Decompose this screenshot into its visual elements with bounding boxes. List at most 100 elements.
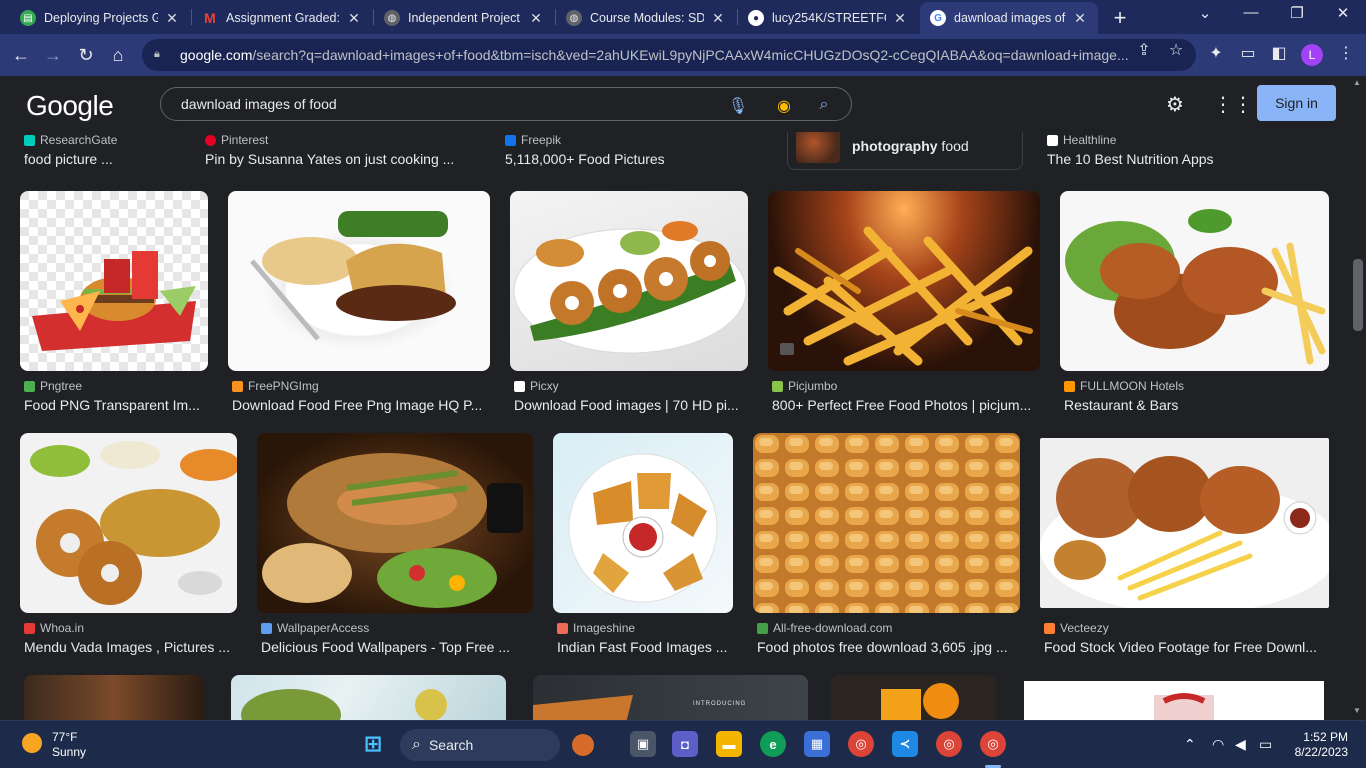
page-scrollbar[interactable]: ▲ ▼: [1350, 76, 1366, 720]
windows-start-icon[interactable]: ⊞: [360, 731, 386, 757]
result-caption[interactable]: Whoa.in Mendu Vada Images , Pictures ...: [24, 620, 238, 655]
result-source: All-free-download.com: [773, 621, 893, 635]
settings-gear-icon[interactable]: ⚙: [1163, 92, 1187, 117]
result-image-food-wallpaper[interactable]: [257, 433, 533, 613]
browser-tab-google-images[interactable]: G dawnload images of fo ✕: [920, 2, 1098, 34]
apps-grid-icon[interactable]: ⋮⋮: [1213, 92, 1253, 117]
browser-tab-assignment[interactable]: M Assignment Graded: Ir ✕: [192, 2, 372, 34]
chrome-icon[interactable]: ◎: [848, 731, 874, 757]
maximize-button[interactable]: ❐: [1282, 4, 1312, 22]
close-tab-icon[interactable]: ✕: [710, 10, 726, 27]
result-image-row3-3[interactable]: INTRODUCING: [533, 675, 808, 720]
vscode-icon[interactable]: ≺: [892, 731, 918, 757]
microsoft-store-icon[interactable]: ▦: [804, 731, 830, 757]
microphone-icon[interactable]: 🎙︎: [727, 96, 749, 115]
browser-tab-strip: ▤ Deploying Projects Gu ✕ M Assignment G…: [0, 0, 1366, 34]
result-caption[interactable]: Healthline The 10 Best Nutrition Apps: [1047, 132, 1327, 167]
new-tab-button[interactable]: +: [1108, 5, 1132, 31]
result-image-vada-plate[interactable]: [510, 191, 748, 371]
result-image-row3-2[interactable]: [231, 675, 506, 720]
result-image-indian-fast-food[interactable]: [553, 433, 733, 613]
share-icon[interactable]: ⇪: [1134, 40, 1154, 60]
address-bar[interactable]: 🔒︎ google.com/search?q=dawnload+images+o…: [142, 39, 1196, 71]
google-lens-icon[interactable]: ◉: [773, 96, 795, 115]
indian-fast-food-illustration: [568, 453, 718, 603]
more-menu-icon[interactable]: ⋮: [1336, 43, 1356, 63]
search-highlight-icon: [572, 734, 594, 756]
teams-chat-icon[interactable]: ◘: [672, 731, 698, 757]
scroll-up-arrow-icon[interactable]: ▲: [1353, 78, 1361, 87]
bookmark-star-icon[interactable]: ☆: [1166, 40, 1186, 60]
close-tab-icon[interactable]: ✕: [164, 10, 180, 27]
task-view-icon[interactable]: ▣: [630, 731, 656, 757]
sign-in-button[interactable]: Sign in: [1257, 85, 1336, 121]
google-logo[interactable]: Google: [26, 90, 114, 122]
search-icon[interactable]: ⌕: [813, 96, 835, 114]
scroll-down-arrow-icon[interactable]: ▼: [1353, 706, 1361, 715]
cast-icon[interactable]: ▭: [1238, 43, 1258, 63]
side-panel-icon[interactable]: ◧: [1269, 43, 1289, 63]
result-image-mendu-vada[interactable]: [20, 433, 237, 613]
close-tab-icon[interactable]: ✕: [528, 10, 544, 27]
result-caption[interactable]: ResearchGate food picture ...: [24, 132, 194, 167]
result-caption[interactable]: Pinterest Pin by Susanna Yates on just c…: [205, 132, 475, 167]
profile-avatar[interactable]: L: [1301, 44, 1323, 66]
volume-icon[interactable]: ◀: [1235, 736, 1246, 753]
show-hidden-icons-chevron-icon[interactable]: ⌃: [1184, 736, 1196, 753]
taskbar-clock[interactable]: 1:52 PM 8/22/2023: [1288, 730, 1348, 760]
result-caption[interactable]: Freepik 5,118,000+ Food Pictures: [505, 132, 775, 167]
result-image-row3-5[interactable]: [1024, 681, 1324, 720]
result-image-fastfood-tray[interactable]: [20, 191, 208, 371]
home-icon[interactable]: ⌂: [105, 42, 131, 68]
whoa-in-icon: [24, 622, 35, 634]
result-caption[interactable]: FULLMOON Hotels Restaurant & Bars: [1064, 378, 1329, 413]
globe-icon: ◍: [566, 10, 582, 26]
result-image-row3-4[interactable]: [831, 675, 996, 720]
search-input[interactable]: dawnload images of food 🎙︎ ◉ ⌕: [160, 87, 852, 121]
result-caption[interactable]: Imageshine Indian Fast Food Images ...: [557, 620, 733, 655]
browser-tab-github[interactable]: ● lucy254K/STREETFOC ✕: [738, 2, 918, 34]
close-window-button[interactable]: ✕: [1328, 4, 1358, 22]
result-source: Pngtree: [40, 379, 83, 393]
sun-icon[interactable]: [22, 733, 42, 753]
taskbar-search[interactable]: ⌕ Search: [400, 729, 594, 761]
reload-icon[interactable]: ↻: [73, 42, 99, 68]
close-tab-icon[interactable]: ✕: [1072, 10, 1088, 27]
extensions-icon[interactable]: ✦: [1206, 43, 1226, 63]
result-image-row3-1[interactable]: [24, 675, 204, 720]
windows-taskbar: 77°F Sunny ⊞ ⌕ Search ▣ ◘ ▬ e ▦ ◎ ≺ ◎ ◎ …: [0, 720, 1366, 768]
browser-tab-independent-project[interactable]: ◍ Independent Project # ✕: [374, 2, 554, 34]
result-image-fried-chicken[interactable]: [1040, 438, 1329, 608]
wifi-icon[interactable]: ◠: [1212, 736, 1224, 753]
close-tab-icon[interactable]: ✕: [346, 10, 362, 27]
tab-search-chevron-icon[interactable]: ⌄: [1190, 4, 1220, 22]
result-image-chicken-drumsticks[interactable]: [1060, 191, 1329, 371]
forward-arrow-icon[interactable]: →: [40, 42, 66, 68]
related-search-chip[interactable]: photography food: [787, 132, 1023, 170]
edge-browser-icon[interactable]: e: [760, 731, 786, 757]
browser-tab-course-modules[interactable]: ◍ Course Modules: SD- ✕: [556, 2, 736, 34]
back-arrow-icon[interactable]: ←: [8, 42, 34, 68]
close-tab-icon[interactable]: ✕: [892, 10, 908, 27]
result-image-french-fries[interactable]: [768, 191, 1040, 371]
chrome-active-icon[interactable]: ◎: [980, 731, 1006, 757]
battery-icon[interactable]: ▭: [1259, 736, 1272, 753]
imageshine-icon: [557, 622, 568, 634]
result-caption[interactable]: Vecteezy Food Stock Video Footage for Fr…: [1044, 620, 1329, 655]
result-caption[interactable]: Pngtree Food PNG Transparent Im...: [24, 378, 209, 413]
result-caption[interactable]: Picjumbo 800+ Perfect Free Food Photos |…: [772, 378, 1040, 413]
file-explorer-icon[interactable]: ▬: [716, 731, 742, 757]
weather-widget[interactable]: 77°F Sunny: [52, 730, 86, 760]
result-image-pie-plate[interactable]: [228, 191, 490, 371]
all-free-download-icon: [757, 622, 768, 634]
result-image-tater-tots[interactable]: [753, 433, 1020, 613]
result-caption[interactable]: Picxy Download Food images | 70 HD pi...: [514, 378, 748, 413]
scrollbar-thumb[interactable]: [1353, 259, 1363, 331]
vecteezy-icon: [1044, 622, 1055, 634]
result-caption[interactable]: WallpaperAccess Delicious Food Wallpaper…: [261, 620, 533, 655]
result-caption[interactable]: All-free-download.com Food photos free d…: [757, 620, 1020, 655]
minimize-button[interactable]: —: [1236, 4, 1266, 21]
browser-tab-deploying[interactable]: ▤ Deploying Projects Gu ✕: [10, 2, 190, 34]
result-caption[interactable]: FreePNGImg Download Food Free Png Image …: [232, 378, 490, 413]
chrome-profile-icon[interactable]: ◎: [936, 731, 962, 757]
